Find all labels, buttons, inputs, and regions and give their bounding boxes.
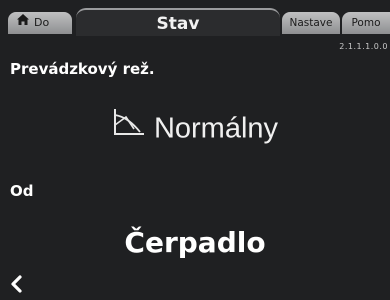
tab-help[interactable]: Pomo <box>342 12 390 34</box>
tab-status[interactable]: Stav <box>76 8 280 36</box>
source-label: Od <box>10 182 34 200</box>
tab-home-label: Do <box>34 16 50 29</box>
operating-mode-value: Normálny <box>0 107 390 148</box>
tab-home[interactable]: Do <box>8 12 72 34</box>
operating-mode-text: Normálny <box>153 112 279 145</box>
status-screen: Do Stav Nastave Pomo 2.1.1.1.0.0 Prevádz… <box>0 0 390 300</box>
menu-code: 2.1.1.1.0.0 <box>339 42 388 51</box>
home-icon <box>16 12 30 34</box>
pump-curve-icon <box>112 107 146 145</box>
source-value: Čerpadlo <box>124 226 266 259</box>
tab-bar: Do Stav Nastave Pomo <box>0 0 390 36</box>
operating-mode-label: Prevádzkový rež. <box>10 60 155 78</box>
tab-settings[interactable]: Nastave <box>282 12 340 34</box>
chevron-left-icon[interactable] <box>8 274 26 294</box>
